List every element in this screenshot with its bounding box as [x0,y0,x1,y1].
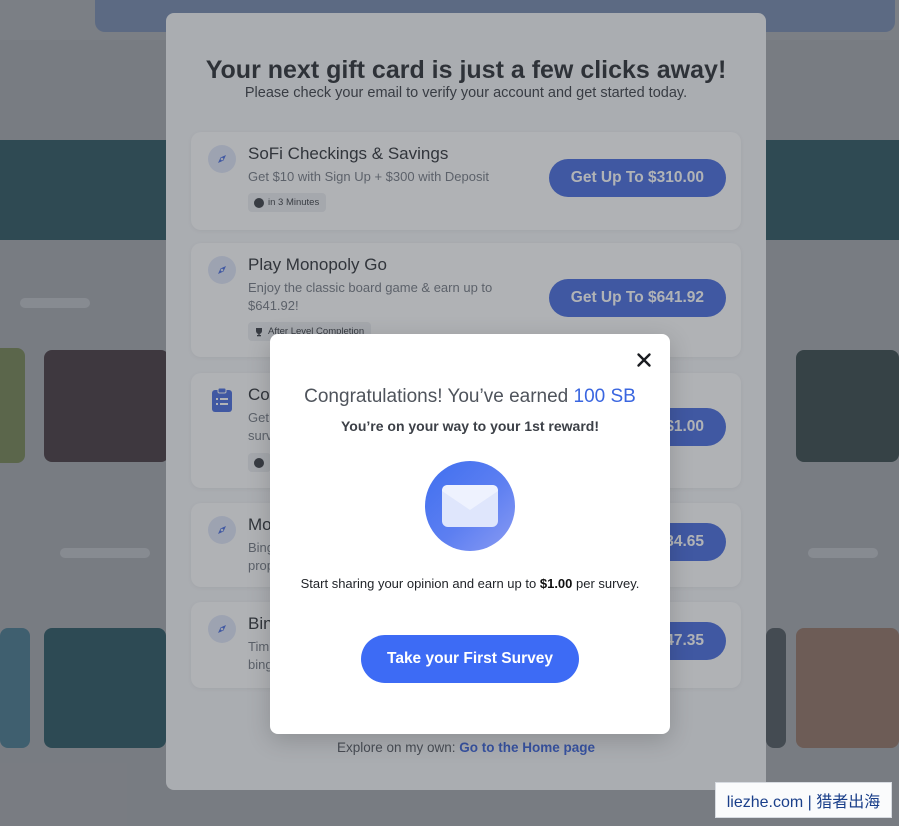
envelope-icon [425,461,515,551]
congrats-heading: Congratulations! You’ve earned 100 SB [270,386,670,408]
opinion-text: Start sharing your opinion and earn up t… [300,576,537,591]
opinion-suffix: per survey. [576,576,640,591]
close-icon[interactable] [634,350,654,370]
earned-amount: 100 SB [573,386,636,407]
survey-description: Start sharing your opinion and earn up t… [300,574,640,593]
take-first-survey-button[interactable]: Take your First Survey [361,635,579,683]
congrats-text: Congratulations! You’ve earned [304,386,569,407]
watermark: liezhe.com | 猎者出海 [715,782,892,818]
survey-amount: $1.00 [539,576,573,591]
reward-subtitle: You’re on your way to your 1st reward! [340,418,599,434]
reward-modal: Congratulations! You’ve earned 100 SB Yo… [270,334,670,734]
